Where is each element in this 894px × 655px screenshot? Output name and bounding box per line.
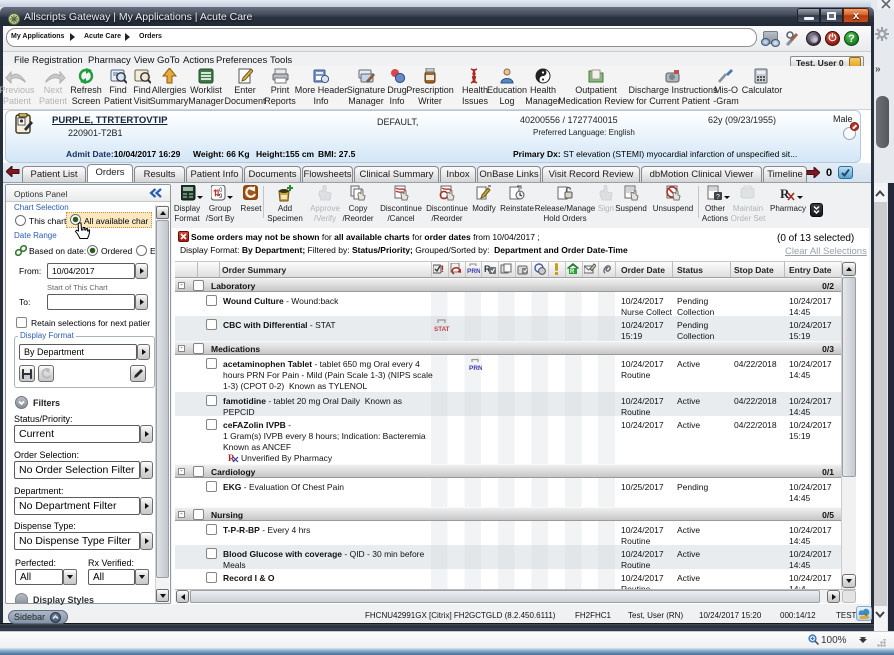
svg-text:STAT: STAT [434,326,450,333]
svg-text:PRN: PRN [467,268,480,275]
svg-text:R: R [570,269,575,275]
svg-text:!: ! [441,264,444,274]
svg-text:PRN: PRN [469,365,482,372]
svg-text:?: ? [716,194,720,201]
